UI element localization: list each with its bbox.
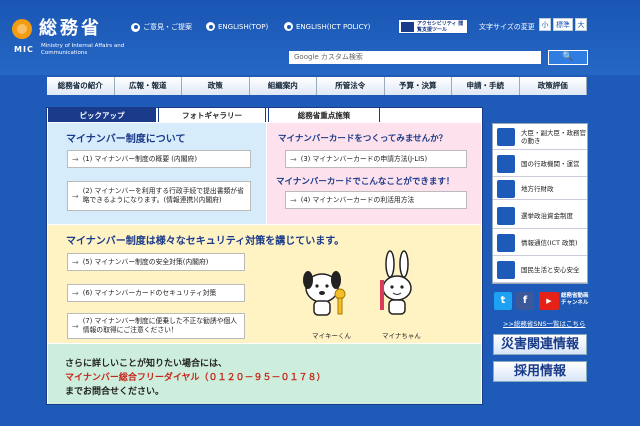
font-size-small-button[interactable]: 小 [539,18,551,31]
arrow-right-icon: → [72,321,79,331]
nav-press[interactable]: 広報・報道 [114,77,182,95]
sidebar-item-ict[interactable]: 情報通信(ICT 政策) [493,230,587,256]
search-button[interactable]: 🔍 [548,50,588,65]
facebook-icon[interactable]: f [516,292,534,310]
mic-logo-icon[interactable] [12,19,32,39]
font-size-large-button[interactable]: 大 [575,18,587,31]
accessibility-icon [401,22,414,32]
section-heading: マイナンバー制度は様々なセキュリティ対策を講じています。 [66,236,345,247]
people-icon [497,260,515,279]
mikey-mascot-icon [303,271,346,316]
contact-text: さらに詳しいことが知りたい場合には、 [65,359,228,369]
link-item[interactable]: → (2) マイナンバーを利用する行政手続で提出書類が省略できるようになります。(… [67,181,251,211]
link-item[interactable]: → (7) マイナンバー制度に便乗した不正な勧誘や個人情報の取得にご注意ください！ [67,313,245,339]
arrow-right-icon: → [72,257,79,267]
site-logo-english: Ministry of Internal Affairs and Communi… [41,43,125,56]
english-ict-link[interactable]: ENGLISH(ICT POLICY) [284,22,370,31]
section-heading: マイナンバーカードをつくってみませんか？ [278,134,448,144]
global-nav: 総務省の紹介 広報・報道 政策 組織案内 所管法令 予算・決算 申請・手続 政策… [47,77,587,95]
accessibility-button[interactable]: アクセシビリティ 閲覧支援ツール [398,19,468,34]
link-item[interactable]: → (5) マイナンバー制度の安全対策(内閣府) [67,253,245,271]
building-icon [497,154,515,173]
link-label: (2) マイナンバーを利用する行政手続で提出書類が省略できるようになります。(情… [82,187,244,204]
city-icon [497,179,515,198]
sidebar-item-local-finance[interactable]: 地方行財政 [493,178,587,200]
sidebar-item-elections[interactable]: 選挙政治資金制度 [493,203,587,229]
nav-applications[interactable]: 申請・手続 [452,77,520,95]
sidebar-item-safety[interactable]: 国民生活と安心安全 [493,257,587,283]
nav-policy[interactable]: 政策 [182,77,250,95]
english-top-link[interactable]: ENGLISH(TOP) [206,22,268,31]
feedback-link[interactable]: ご意見・ご提案 [131,22,192,32]
arrow-right-icon: → [290,195,297,205]
link-label: (3) マイナンバーカードの申請方法(J-LIS) [300,154,428,163]
contact-text: までお問合せください。 [65,387,165,397]
sidebar-item-label: 国民生活と安心安全 [521,265,580,274]
mascot-name-mikey: マイキーくん [312,332,351,340]
link-item[interactable]: → (1) マイナンバー制度の概要 (内閣府) [67,150,251,168]
link-label: (5) マイナンバー制度の安全対策(内閣府) [82,257,209,266]
feedback-link-label: ご意見・ご提案 [143,23,192,31]
panel-tabs: ピックアップ フォトギャラリー 総務省重点施策 [48,107,382,122]
arrow-right-icon: → [72,154,79,164]
arrow-right-icon: → [72,191,79,201]
radio-bullet-icon [206,22,215,31]
myna-mascot-icon [380,250,412,315]
sidebar-item-label: 国の行政機関・運営 [521,159,580,168]
link-label: (7) マイナンバー制度に便乗した不正な勧誘や個人情報の取得にご注意ください！ [82,317,238,334]
sns-list-link[interactable]: >>総務省SNS一覧はこちら [503,318,586,328]
sidebar-item-administration[interactable]: 国の行政機関・運営 [493,151,587,177]
sidebar-item-label: 大臣・副大臣・政務官の動き [521,128,586,145]
twitter-icon[interactable]: t [494,292,512,310]
radio-bullet-icon [284,22,293,31]
accessibility-label: アクセシビリティ 閲覧支援ツール [417,21,464,33]
english-top-label: ENGLISH(TOP) [218,22,269,31]
font-size-label: 文字サイズの変更 [479,23,535,31]
free-dial-text: マイナンバー総合フリーダイヤル（０１２０－９５－０１７８） [65,373,326,383]
link-label: (1) マイナンバー制度の概要 (内閣府) [82,154,197,163]
search-input[interactable]: Google カスタム検索 [289,51,541,64]
link-item[interactable]: → (4) マイナンバーカードの利活用方法 [285,191,467,209]
tab-key-policies[interactable]: 総務省重点施策 [268,107,380,122]
section-heading: マイナンバーカードでこんなことができます！ [276,177,455,187]
link-label: (6) マイナンバーカードのセキュリティ対策 [82,288,217,297]
sidebar-item-label: 情報通信(ICT 政策) [521,238,578,247]
link-label: (4) マイナンバーカードの利活用方法 [300,195,415,204]
sidebar-item-label: 選挙政治資金制度 [521,211,573,220]
globe-icon [497,233,515,252]
nav-evaluation[interactable]: 政策評価 [519,77,587,95]
tab-photo-gallery[interactable]: フォトギャラリー [158,107,266,122]
youtube-channel-label[interactable]: 総務省動画チャンネル [561,293,589,307]
link-item[interactable]: → (6) マイナンバーカードのセキュリティ対策 [67,284,245,302]
nav-about[interactable]: 総務省の紹介 [47,77,115,95]
mascot-name-myna: マイナちゃん [382,332,421,340]
youtube-icon[interactable]: ▶ [539,292,559,310]
font-size-standard-button[interactable]: 標準 [553,18,573,31]
arrow-right-icon: → [72,288,79,298]
english-ict-label: ENGLISH(ICT POLICY) [296,22,371,31]
sidebar-item-minister[interactable]: 大臣・副大臣・政務官の動き [493,124,587,150]
nav-organization[interactable]: 組織案内 [249,77,317,95]
radio-bullet-icon [131,22,140,32]
sidebar-item-label: 地方行財政 [521,184,554,193]
link-item[interactable]: → (3) マイナンバーカードの申請方法(J-LIS) [285,150,467,168]
tab-pickup[interactable]: ピックアップ [48,107,156,122]
site-logo-name[interactable]: 総務省 [39,14,102,40]
nav-laws[interactable]: 所管法令 [317,77,385,95]
recruit-info-button[interactable]: 採用情報 [493,361,587,382]
nav-budget[interactable]: 予算・決算 [384,77,452,95]
site-logo-abbr: MIC [14,45,34,54]
arrow-right-icon: → [290,154,297,164]
section-heading: マイナンバー制度について [66,134,186,145]
disaster-info-button[interactable]: 災害関連情報 [493,334,587,355]
ballot-icon [497,206,515,225]
camera-icon [497,127,515,146]
